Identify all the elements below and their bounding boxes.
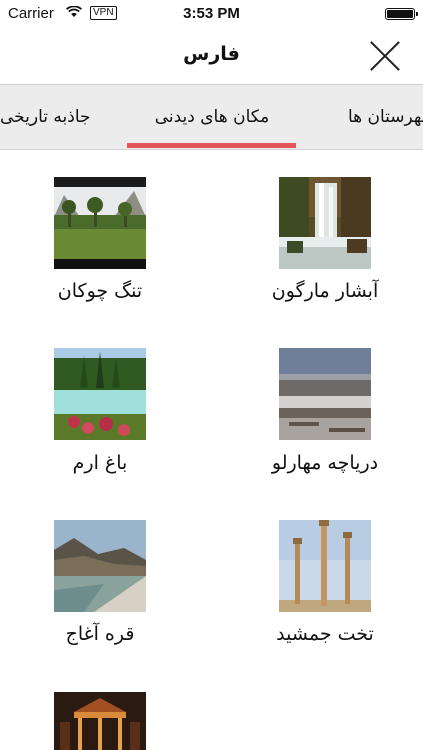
place-name[interactable]: تخت جمشید [225, 623, 423, 645]
tab-sightseeing-places[interactable]: مکان های دیدنی [128, 107, 296, 127]
places-grid: آبشار مارگون تنگ چوکان دریاچه مهارلو باغ… [0, 150, 423, 750]
waterfall-photo [279, 177, 371, 269]
place-name[interactable]: آبشار مارگون [225, 280, 423, 302]
nav-bar: فارس [0, 28, 423, 85]
tab-strip: جاذبه تاریخی مکان های دیدنی شهرستان ها [0, 85, 423, 150]
place-thumb-waterfall[interactable] [279, 177, 371, 269]
tab-cities[interactable]: شهرستان ها [296, 107, 423, 127]
valley-palms-photo [54, 177, 146, 269]
persepolis-columns-photo [279, 520, 371, 612]
river-photo [54, 520, 146, 612]
place-thumb-river[interactable] [54, 520, 146, 612]
clock: 3:53 PM [183, 5, 240, 22]
page-title: فارس [183, 43, 240, 65]
place-name[interactable]: قره آغاج [0, 623, 200, 645]
place-thumb-garden[interactable] [54, 348, 146, 440]
place-thumb-persepolis[interactable] [279, 520, 371, 612]
garden-photo [54, 348, 146, 440]
place-thumb-valley[interactable] [54, 177, 146, 269]
tomb-pavilion-photo [54, 692, 146, 750]
place-name[interactable]: باغ ارم [0, 452, 200, 474]
place-name[interactable]: تنگ چوکان [0, 280, 200, 302]
active-tab-indicator [127, 143, 296, 148]
status-bar: Carrier VPN 3:53 PM [0, 0, 423, 28]
tab-historical-attractions[interactable]: جاذبه تاریخی [0, 107, 128, 127]
place-thumb-salt-lake[interactable] [279, 348, 371, 440]
salt-lake-photo [279, 348, 371, 440]
place-name[interactable]: دریاچه مهارلو [225, 452, 423, 474]
battery-icon [385, 8, 418, 20]
close-icon[interactable] [369, 40, 401, 72]
place-thumb-pavilion[interactable] [54, 692, 146, 750]
